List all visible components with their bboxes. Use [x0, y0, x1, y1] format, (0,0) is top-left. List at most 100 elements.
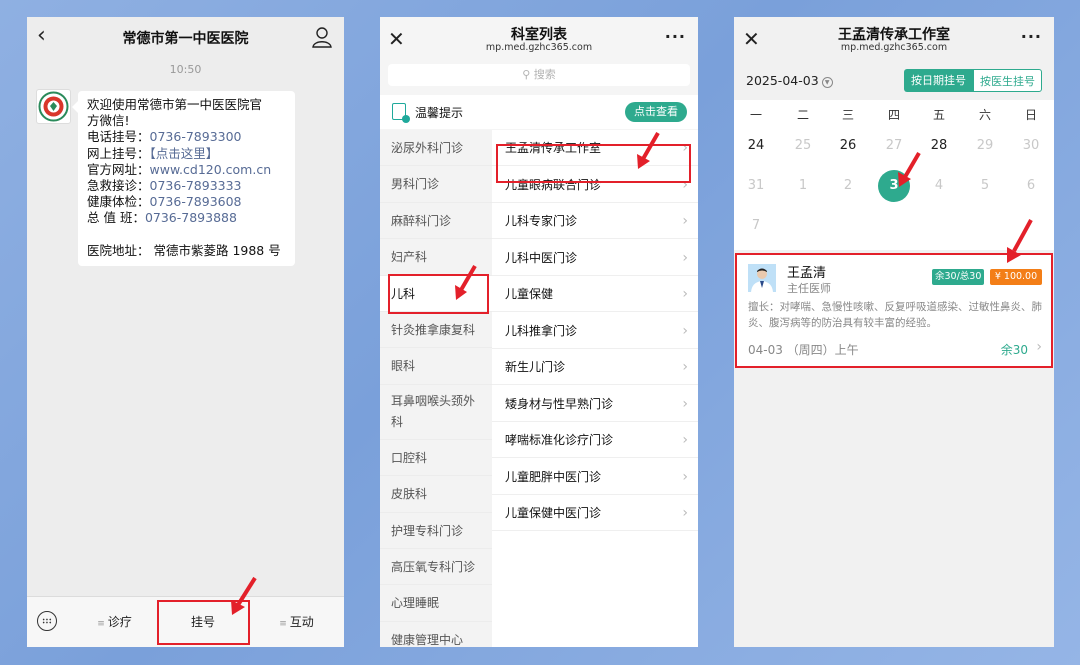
chat-screen: ‹ 常德市第一中医医院 10:50 欢迎使用常德市第一中医医院官 方微信! 电话…: [27, 17, 344, 647]
sidebar-item-department[interactable]: 健康管理中心: [380, 622, 492, 647]
sidebar-item-department[interactable]: 妇产科: [380, 239, 492, 276]
menu-item-interaction[interactable]: ≡ 互动: [249, 597, 344, 647]
sidebar-item-department[interactable]: 护理专科门诊: [380, 513, 492, 549]
calendar-day: 25: [794, 138, 812, 153]
date-picker[interactable]: 2025-04-03 ▼: [746, 73, 833, 88]
page-url: mp.med.gzhc365.com: [485, 42, 593, 53]
sidebar-item-department[interactable]: 眼科: [380, 348, 492, 385]
website-link[interactable]: www.cd120.com.cn: [150, 162, 272, 177]
sidebar-item-department[interactable]: 皮肤科: [380, 476, 492, 513]
chevron-right-icon: ›: [682, 140, 688, 156]
calendar-day[interactable]: 28: [923, 130, 955, 162]
address-line: 医院地址： 常德市紫菱路 1988 号: [87, 242, 281, 258]
tab-by-doctor[interactable]: 按医生挂号: [973, 69, 1042, 92]
info-label: 总 值 班：: [87, 210, 145, 226]
tab-by-date[interactable]: 按日期挂号: [904, 69, 973, 92]
chevron-right-icon: ›: [682, 249, 688, 266]
greeting-line: 欢迎使用常德市第一中医医院官: [87, 97, 263, 112]
clinic-list-item[interactable]: 新生儿门诊 ›: [492, 349, 698, 385]
weekday-header: 六: [978, 108, 991, 122]
page-header: ✕ 王孟清传承工作室 mp.med.gzhc365.com ···: [734, 17, 1054, 61]
clinic-list-item[interactable]: 哮喘标准化诊疗门诊 ›: [492, 422, 698, 458]
clinic-label: 矮身材与性早熟门诊: [505, 396, 614, 411]
calendar-day[interactable]: 24: [740, 130, 772, 162]
sidebar-item-department[interactable]: 泌尿外科门诊: [380, 130, 492, 167]
clinic-list: 王孟清传承工作室 › 儿童眼病联合门诊 › 儿科专家门诊 › 儿科中医门诊 › 儿童保健 › 儿科推…: [492, 130, 698, 647]
page-title: 科室列表: [511, 27, 567, 43]
hospital-logo-avatar[interactable]: [36, 89, 71, 124]
availability-badge: 余30/总30: [932, 269, 985, 285]
clinic-label: 儿童肥胖中医门诊: [505, 469, 602, 484]
doctor-photo-icon: [748, 264, 776, 292]
sidebar-item-department[interactable]: 麻醉科门诊: [380, 203, 492, 240]
emergency-phone-link[interactable]: 0736-7893333: [150, 178, 242, 193]
clinic-list-item[interactable]: 儿童肥胖中医门诊 ›: [492, 459, 698, 495]
sidebar-item-department[interactable]: 口腔科: [380, 440, 492, 477]
info-label: 网上挂号：: [87, 145, 150, 161]
calendar-day: 31: [747, 178, 765, 193]
calendar-day: 4: [934, 178, 944, 193]
menu-item-registration[interactable]: 挂号: [158, 597, 248, 647]
clinic-list-item[interactable]: 儿童保健 ›: [492, 276, 698, 312]
search-input[interactable]: ⚲ 搜索: [388, 64, 690, 86]
chevron-right-icon: ›: [682, 286, 688, 302]
checkup-phone-link[interactable]: 0736-7893608: [150, 194, 242, 209]
sidebar-item-department[interactable]: 儿科: [380, 275, 492, 312]
calendar-day: 5: [980, 178, 990, 193]
view-notice-button[interactable]: 点击查看: [625, 102, 687, 122]
calendar: 一 二 三 四 五 六 日 24 25 26 27 28 29 30 31 1 2 3 4 5 6 7: [734, 100, 1054, 250]
sidebar-item-department[interactable]: 高压氧专科门诊: [380, 549, 492, 586]
phone-link[interactable]: 0736-7893300: [150, 129, 242, 144]
search-icon: ⚲: [522, 68, 531, 81]
clinic-list-item[interactable]: 矮身材与性早熟门诊 ›: [492, 386, 698, 422]
keyboard-icon[interactable]: [37, 611, 57, 631]
online-booking-link[interactable]: 【点击这里】: [150, 146, 219, 161]
sidebar-item-department[interactable]: 耳鼻咽喉头颈外科: [380, 385, 492, 440]
clinic-list-item[interactable]: 王孟清传承工作室 ›: [492, 130, 698, 166]
menu-item-treatment[interactable]: ≡ 诊疗: [72, 597, 157, 647]
clinic-list-item[interactable]: 儿科专家门诊 ›: [492, 203, 698, 239]
doctor-specialty: 擅长：对哮喘、急慢性咳嗽、反复呼吸道感染、过敏性鼻炎、肺炎、腹泻病等的防治具有较…: [748, 301, 1042, 329]
sidebar-item-department[interactable]: 针灸推拿康复科: [380, 312, 492, 349]
info-label: 电话挂号：: [87, 129, 150, 145]
user-profile-icon[interactable]: [312, 26, 332, 48]
chevron-right-icon: ›: [682, 176, 688, 193]
duty-phone-link[interactable]: 0736-7893888: [145, 210, 237, 225]
weekday-header: 日: [1024, 108, 1037, 122]
search-placeholder: 搜索: [533, 68, 556, 81]
clinic-list-item[interactable]: 儿童保健中医门诊 ›: [492, 495, 698, 531]
hospital-logo-icon: [38, 91, 69, 122]
chevron-right-icon: ›: [682, 322, 688, 339]
more-options-icon[interactable]: ···: [665, 27, 686, 46]
chevron-right-icon: ›: [1036, 339, 1042, 355]
chevron-right-icon: ›: [682, 359, 688, 375]
sidebar-item-department[interactable]: 男科门诊: [380, 166, 492, 203]
schedule-screen: ✕ 王孟清传承工作室 mp.med.gzhc365.com ··· 2025-0…: [734, 17, 1054, 647]
slot-time: 04-03 （周四）上午: [748, 343, 859, 357]
clinic-list-item[interactable]: 儿科推拿门诊 ›: [492, 313, 698, 349]
calendar-day-selected[interactable]: 3: [878, 170, 910, 202]
clinic-list-item[interactable]: 儿童眼病联合门诊 ›: [492, 167, 698, 203]
sidebar-item-department[interactable]: 心理睡眠: [380, 585, 492, 622]
notice-document-icon: [392, 103, 410, 123]
calendar-day[interactable]: 26: [832, 130, 864, 162]
clinic-list-item[interactable]: 儿科中医门诊 ›: [492, 240, 698, 276]
clinic-label: 新生儿门诊: [505, 360, 566, 374]
clinic-label: 哮喘标准化诊疗门诊: [505, 433, 614, 447]
doctor-card[interactable]: 王孟清 主任医师 余30/总30 ¥ 100.00 擅长：对哮喘、急慢性咳嗽、反…: [736, 255, 1052, 367]
weekday-header: 一: [749, 108, 762, 122]
clinic-label: 儿童眼病联合门诊: [505, 177, 602, 192]
chevron-right-icon: ›: [682, 468, 688, 485]
info-label: 官方网址：: [87, 161, 150, 177]
chevron-right-icon: ›: [682, 432, 688, 448]
page-url: mp.med.gzhc365.com: [840, 42, 948, 53]
weekday-header: 三: [841, 108, 854, 122]
info-label: 健康体检：: [87, 194, 150, 210]
calendar-day: 27: [885, 138, 903, 153]
department-list-screen: ✕ 科室列表 mp.med.gzhc365.com ··· ⚲ 搜索 温馨提示 …: [380, 17, 698, 647]
more-options-icon[interactable]: ···: [1021, 27, 1042, 46]
price-badge: ¥ 100.00: [990, 269, 1042, 285]
message-timestamp: 10:50: [169, 63, 202, 76]
slot-remaining: 余30: [1000, 343, 1028, 357]
weekday-header: 五: [932, 108, 945, 122]
